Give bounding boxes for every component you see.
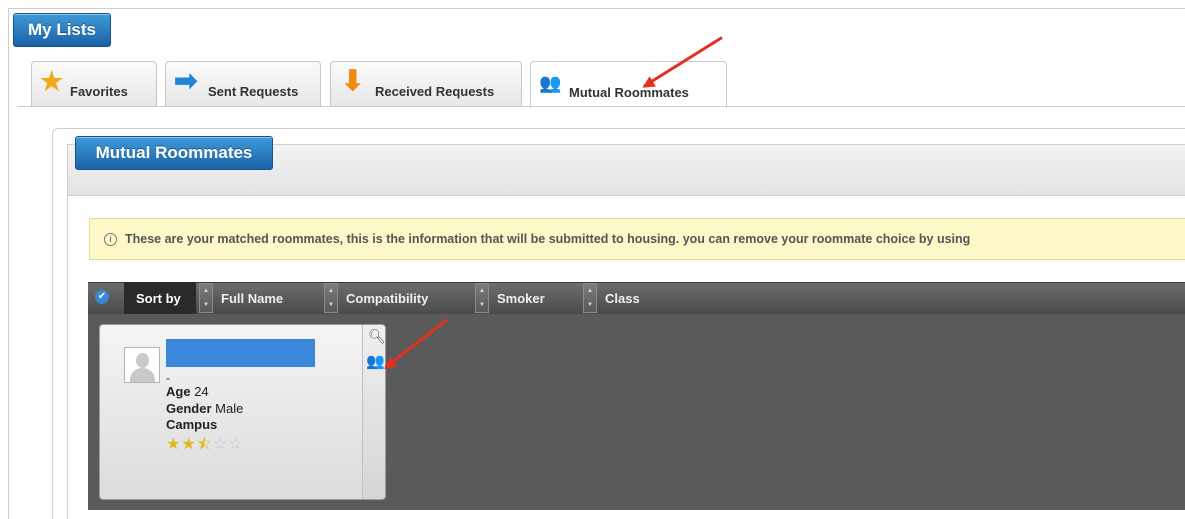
campus-label: Campus (166, 417, 218, 432)
arrow-down-icon: ⬇ (341, 65, 365, 96)
tab-received-requests[interactable]: ⬇ Received Requests (330, 61, 522, 107)
notice-text: These are your matched roommates, this i… (125, 232, 971, 246)
tab-mutual-roommates[interactable]: 👥 Mutual Roommates (530, 61, 727, 108)
star-icon: ⯪ (196, 436, 213, 453)
sort-class[interactable]: ▲ ▼ Class (583, 282, 640, 314)
age-value: 24 (194, 384, 209, 399)
tab-favorites[interactable]: ★ Favorites (31, 61, 157, 107)
redacted-name (166, 339, 315, 367)
arrow-right-icon: ➡ (174, 65, 198, 96)
sort-arrows-icon[interactable]: ▲ ▼ (199, 283, 213, 313)
people-icon: 👥 (539, 73, 562, 93)
section-title: Mutual Roommates (75, 136, 273, 170)
tabs-divider (17, 106, 1185, 107)
gender-value: Male (215, 401, 244, 416)
tab-sent-requests[interactable]: ➡ Sent Requests (165, 61, 321, 107)
gender-label: Gender (166, 401, 212, 416)
sort-arrows-icon[interactable]: ▲ ▼ (583, 283, 597, 313)
compatibility-rating: ★★⯪☆☆ (166, 433, 244, 460)
sort-field-label: Class (605, 290, 640, 306)
tab-received-requests-label: Received Requests (375, 84, 495, 99)
sort-smoker[interactable]: ▲ ▼ Smoker (475, 282, 545, 314)
sort-full-name[interactable]: ▲ ▼ Full Name (199, 282, 283, 314)
select-all-checkbox[interactable]: ✔ (95, 290, 109, 304)
star-icon: ☆ (212, 436, 229, 453)
sort-field-label: Full Name (221, 290, 284, 306)
tab-favorites-label: Favorites (70, 84, 128, 99)
tab-mutual-roommates-label: Mutual Roommates (569, 85, 689, 100)
avatar (124, 347, 160, 383)
campus-field: Campus (166, 417, 217, 432)
magnifier-icon[interactable]: 🔍︎ (368, 328, 386, 345)
sort-field-label: Smoker (497, 290, 545, 306)
sort-compatibility[interactable]: ▲ ▼ Compatibility (324, 282, 428, 314)
star-icon: ★ (166, 436, 182, 453)
star-icon: ★ (181, 436, 197, 453)
sort-field-label: Compatibility (346, 290, 429, 306)
sort-arrows-icon[interactable]: ▲ ▼ (324, 283, 338, 313)
card-subtitle: - (166, 371, 170, 385)
info-icon: i (104, 232, 117, 246)
age-field: Age 24 (166, 384, 209, 399)
info-notice: i These are your matched roommates, this… (89, 218, 1185, 260)
sort-by-label: Sort by (124, 282, 196, 314)
star-icon: ☆ (228, 436, 244, 453)
my-lists-title: My Lists (13, 13, 111, 47)
age-label: Age (166, 384, 191, 399)
tab-sent-requests-label: Sent Requests (208, 84, 299, 99)
sort-arrows-icon[interactable]: ▲ ▼ (475, 283, 489, 313)
star-icon: ★ (40, 66, 64, 96)
gender-field: Gender Male (166, 401, 243, 416)
